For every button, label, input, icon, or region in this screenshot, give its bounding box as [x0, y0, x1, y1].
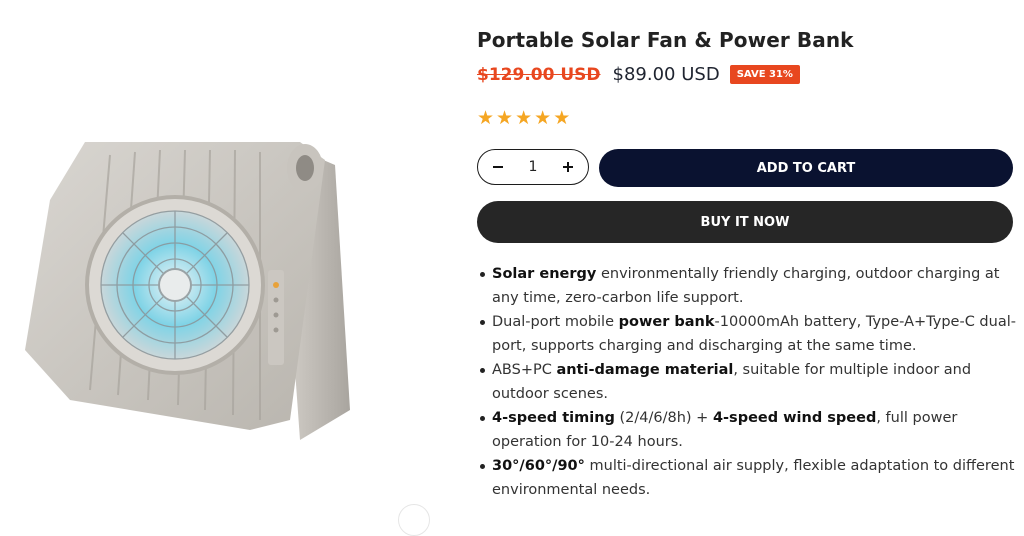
star-icon: ★	[477, 107, 495, 129]
feature-highlight: 4-speed timing	[492, 410, 615, 426]
quantity-value[interactable]: 1	[529, 159, 538, 175]
product-gallery	[0, 0, 460, 536]
star-icon: ★	[515, 107, 533, 129]
feature-text: Dual-port mobile	[492, 314, 619, 330]
feature-highlight: anti-damage material	[556, 362, 734, 378]
feature-item: Dual-port mobile power bank-10000mAh bat…	[480, 310, 1022, 358]
star-icon: ★	[534, 107, 552, 129]
feature-text: ABS+PC	[492, 362, 557, 378]
gallery-next-dot[interactable]	[398, 504, 430, 536]
sale-price: $89.00 USD	[612, 64, 720, 85]
star-icon: ★	[496, 107, 514, 129]
plus-icon[interactable]	[558, 157, 578, 177]
price-row: $129.00 USD $89.00 USD SAVE 31%	[477, 64, 800, 85]
feature-highlight: 4-speed wind speed	[712, 410, 877, 426]
add-to-cart-button[interactable]: ADD TO CART	[599, 149, 1013, 187]
feature-highlight: power bank	[618, 314, 715, 330]
star-icon: ★	[553, 107, 571, 129]
solar-fan-product-image	[25, 142, 350, 440]
minus-icon[interactable]	[488, 157, 508, 177]
feature-item: ABS+PC anti-damage material, suitable fo…	[480, 358, 1022, 406]
compare-at-price: $129.00 USD	[477, 64, 601, 85]
feature-highlight: Solar energy	[492, 266, 597, 282]
feature-highlight: 30°/60°/90°	[492, 458, 585, 474]
feature-item: Solar energy environmentally friendly ch…	[480, 262, 1022, 310]
product-title: Portable Solar Fan & Power Bank	[477, 28, 854, 52]
quantity-stepper: 1	[477, 149, 589, 185]
feature-text: (2/4/6/8h) +	[614, 410, 713, 426]
feature-list: Solar energy environmentally friendly ch…	[477, 262, 1022, 502]
buy-it-now-button[interactable]: BUY IT NOW	[477, 201, 1013, 243]
save-badge: SAVE 31%	[729, 65, 800, 84]
feature-item: 4-speed timing (2/4/6/8h) + 4-speed wind…	[480, 406, 1022, 454]
feature-item: 30°/60°/90° multi-directional air supply…	[480, 454, 1022, 502]
star-rating: ★ ★ ★ ★ ★	[477, 108, 570, 128]
